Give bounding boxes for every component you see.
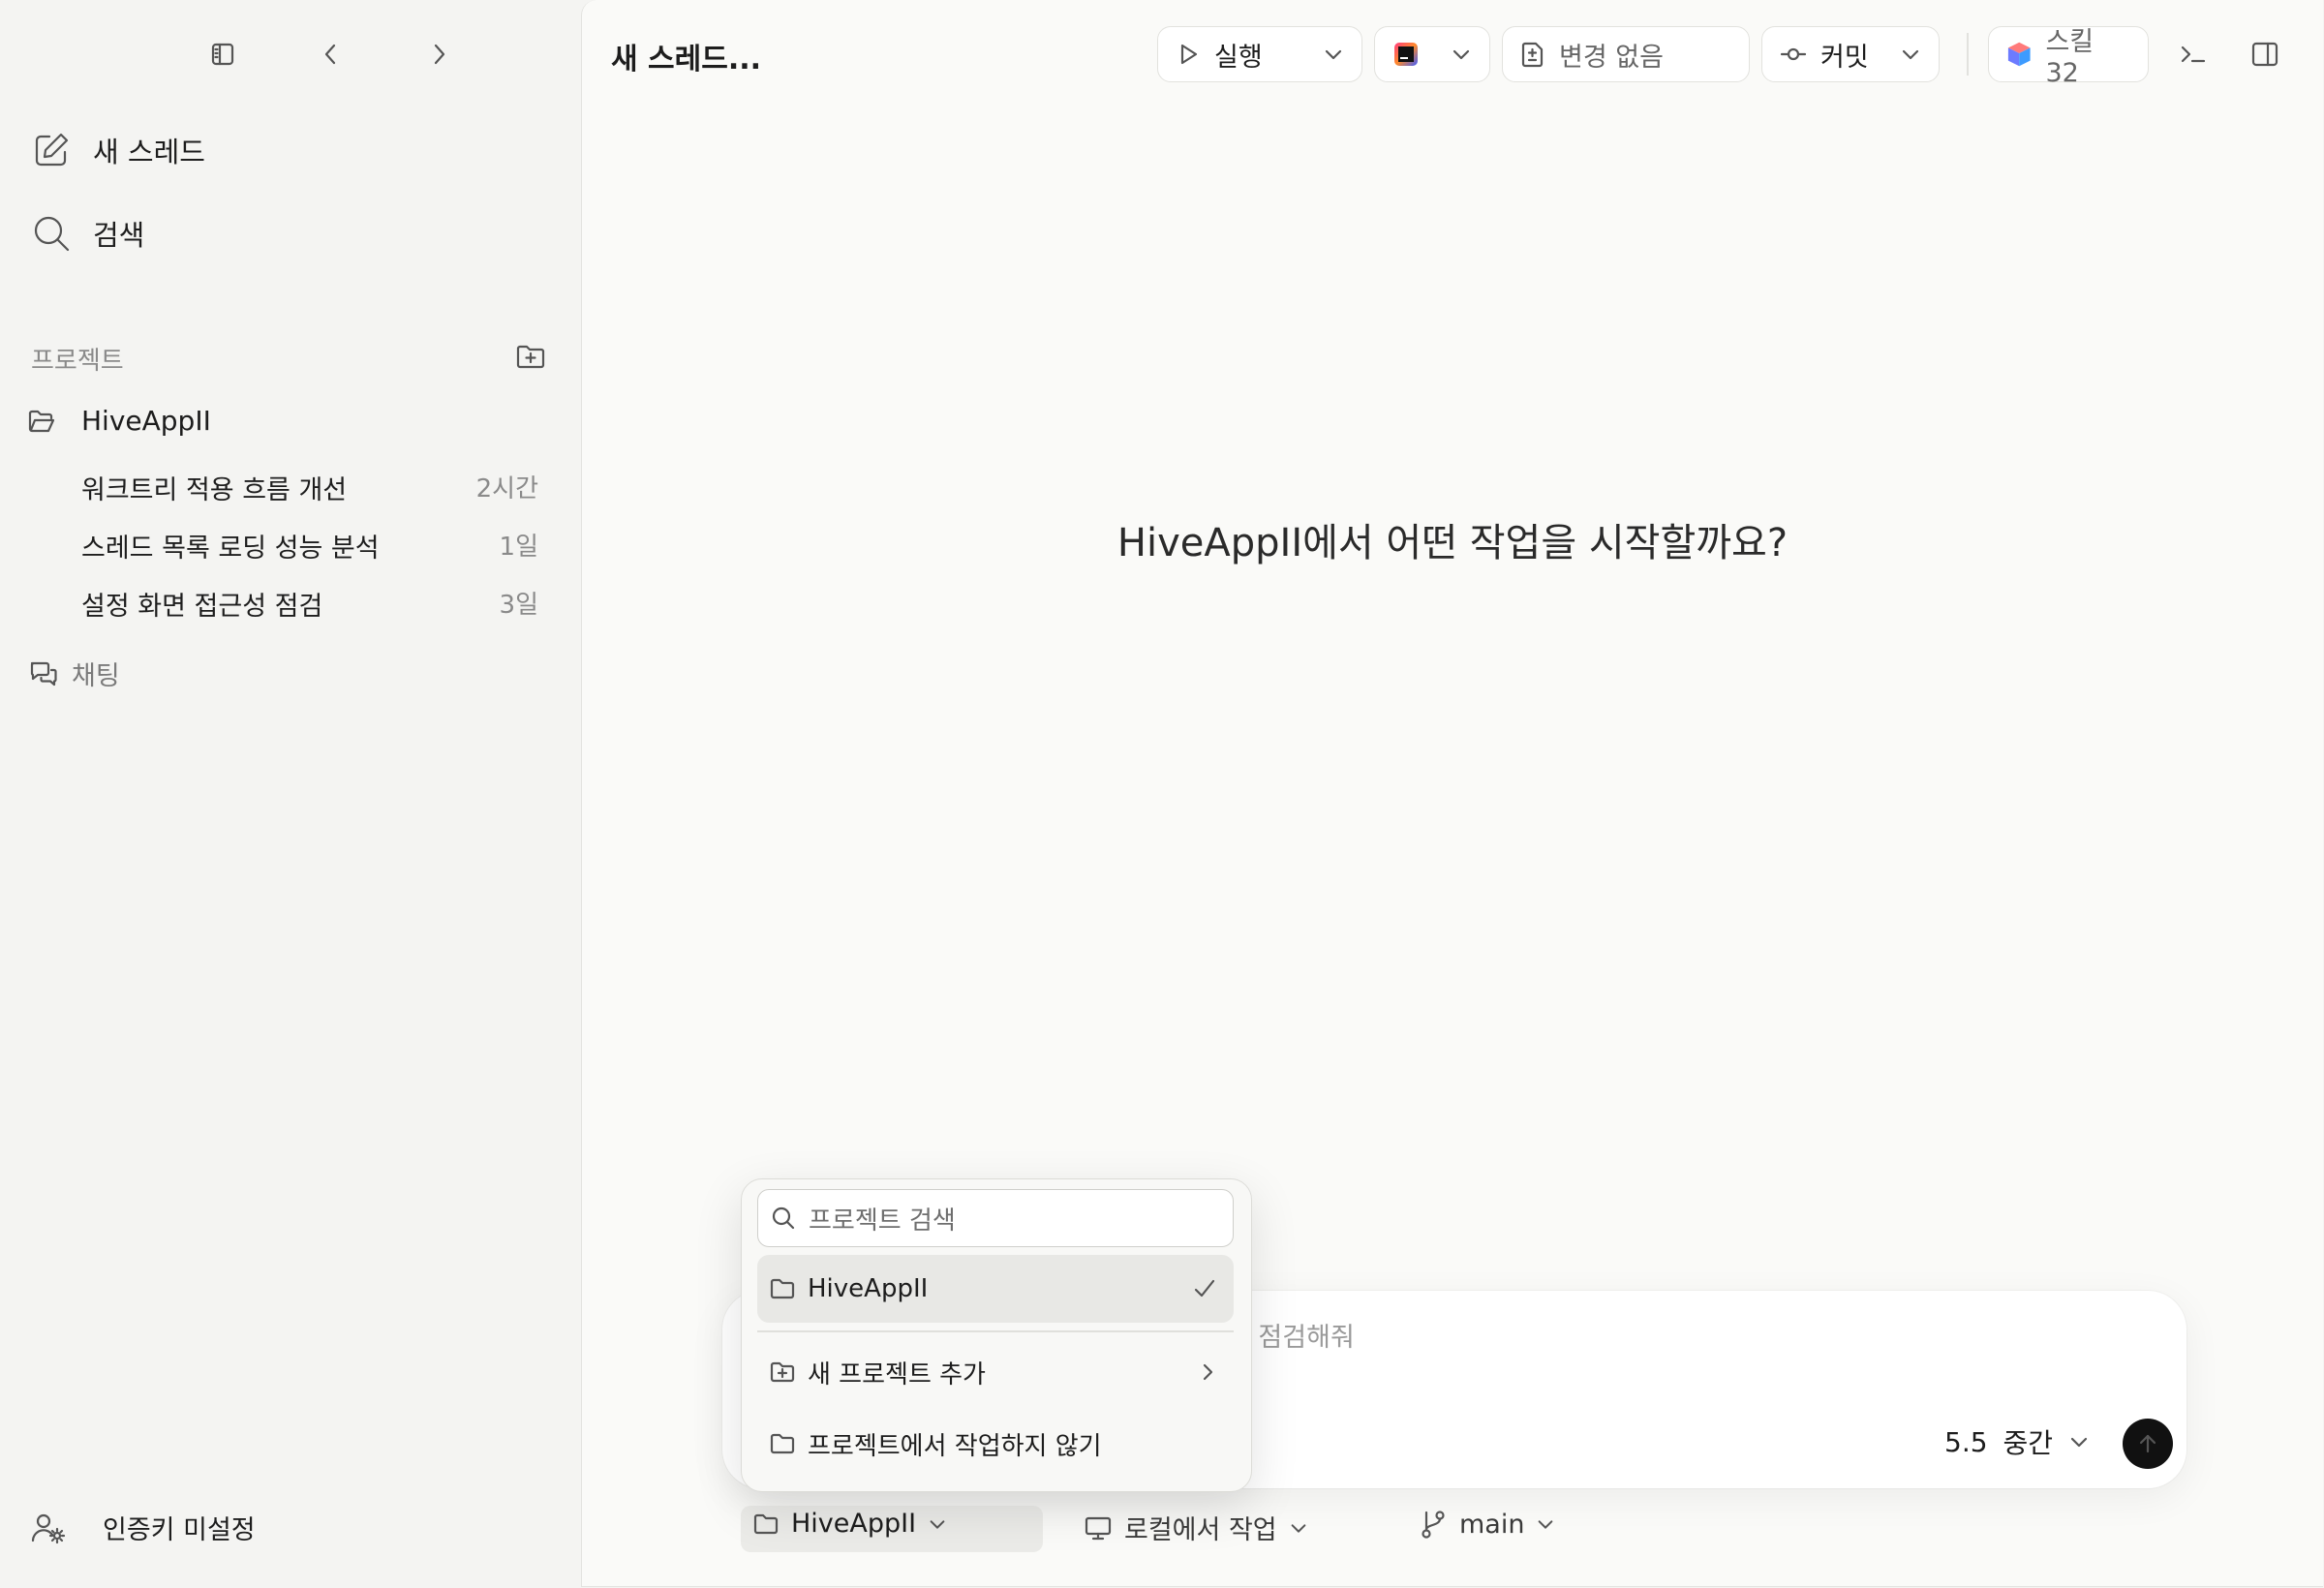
chat-label: 채팅 xyxy=(72,661,120,691)
run-button[interactable]: 실행 xyxy=(1157,26,1362,82)
toolbar-divider xyxy=(1967,33,1969,76)
new-thread-label: 새 스레드 xyxy=(93,136,205,168)
add-project-button[interactable] xyxy=(515,343,546,370)
chevron-down-icon xyxy=(1452,49,1470,60)
thread-item[interactable]: 워크트리 적용 흐름 개선 2시간 xyxy=(81,469,538,506)
folder-plus-icon xyxy=(516,345,545,369)
search-label: 검색 xyxy=(93,219,145,252)
open-in-ide-button[interactable] xyxy=(1374,26,1490,82)
dropdown-item-add-project[interactable]: 새 프로젝트 추가 xyxy=(757,1338,1234,1406)
changes-label: 변경 없음 xyxy=(1559,42,1664,73)
thread-time: 1일 xyxy=(499,533,538,562)
dropdown-divider xyxy=(757,1330,1234,1332)
monitor-icon xyxy=(1085,1516,1112,1540)
folder-icon xyxy=(753,1513,779,1534)
folder-icon xyxy=(770,1278,795,1299)
git-commit-icon xyxy=(1780,47,1807,61)
back-button[interactable] xyxy=(312,35,351,74)
folder-open-icon xyxy=(28,410,55,432)
changes-button[interactable]: 변경 없음 xyxy=(1502,26,1750,82)
forward-button[interactable] xyxy=(419,35,458,74)
skills-button[interactable]: 스킬 32 xyxy=(1988,26,2149,88)
thread-title: 워크트리 적용 흐름 개선 xyxy=(81,475,348,505)
project-name: HiveAppII xyxy=(81,405,211,437)
chevron-down-icon xyxy=(930,1519,945,1529)
skills-label: 스킬 32 xyxy=(2045,27,2095,88)
dropdown-item-label: HiveAppII xyxy=(808,1274,929,1303)
effort-level: 중간 xyxy=(2003,1427,2054,1459)
chat-bubbles-icon xyxy=(30,661,57,686)
search-icon xyxy=(772,1206,795,1230)
chat-button[interactable]: 채팅 xyxy=(29,655,120,692)
ide-app-icon xyxy=(1394,43,1418,66)
commit-button[interactable]: 커밋 xyxy=(1761,26,1940,82)
project-selector[interactable]: HiveAppII xyxy=(752,1509,947,1539)
auth-settings-button[interactable]: 인증키 미설정 xyxy=(31,1509,256,1546)
play-icon xyxy=(1180,44,1198,65)
project-dropdown: 프로젝트 검색 HiveAppII 새 프로젝트 추가 프로젝트에서 작업하지 … xyxy=(741,1178,1252,1492)
git-branch-icon xyxy=(1422,1511,1445,1539)
toggle-right-panel-button[interactable] xyxy=(2249,39,2280,70)
chevron-down-icon xyxy=(1539,1520,1553,1529)
new-thread-button[interactable]: 새 스레드 xyxy=(31,130,205,170)
terminal-button[interactable] xyxy=(2178,39,2209,70)
project-selector-label: HiveAppII xyxy=(791,1509,917,1539)
terminal-icon xyxy=(2181,46,2206,63)
chevron-left-icon xyxy=(324,44,336,65)
thread-time: 3일 xyxy=(499,591,538,620)
work-mode-label: 로컬에서 작업 xyxy=(1124,1515,1277,1545)
dropdown-item-project[interactable]: HiveAppII xyxy=(757,1255,1234,1323)
user-gear-icon xyxy=(31,1513,66,1543)
chevron-down-icon xyxy=(1291,1523,1305,1533)
panel-right-icon xyxy=(2251,42,2278,67)
sidebar: 새 스레드 검색 프로젝트 HiveAppII 워크트리 적용 흐름 개선 2시… xyxy=(0,0,581,1588)
chevron-right-icon xyxy=(1203,1363,1213,1381)
thread-time: 2시간 xyxy=(475,474,538,504)
search-icon xyxy=(34,216,70,252)
dropdown-item-label: 새 프로젝트 추가 xyxy=(808,1359,986,1390)
chevron-down-icon xyxy=(1325,49,1342,60)
thread-title: 스레드 목록 로딩 성능 분석 xyxy=(81,534,380,564)
model-selector[interactable]: 5.5 중간 xyxy=(1944,1422,2090,1461)
model-version: 5.5 xyxy=(1944,1425,1988,1458)
dropdown-item-no-project[interactable]: 프로젝트에서 작업하지 않기 xyxy=(757,1410,1234,1478)
chevron-down-icon xyxy=(1902,49,1919,60)
dropdown-item-label: 프로젝트에서 작업하지 않기 xyxy=(808,1431,1102,1461)
file-diff-icon xyxy=(1521,42,1544,68)
arrow-up-icon xyxy=(2139,1434,2156,1453)
folder-plus-icon xyxy=(770,1361,795,1383)
thread-title-header: 새 스레드... xyxy=(611,43,762,76)
chevron-right-icon xyxy=(434,44,445,65)
projects-section-label: 프로젝트 xyxy=(31,347,124,376)
run-label: 실행 xyxy=(1214,42,1263,73)
sidebar-icon xyxy=(211,43,234,66)
project-search-input[interactable]: 프로젝트 검색 xyxy=(757,1189,1234,1247)
project-search-placeholder: 프로젝트 검색 xyxy=(809,1206,956,1236)
empty-state-headline: HiveAppII에서 어떤 작업을 시작할까요? xyxy=(1116,521,1789,565)
toggle-sidebar-button[interactable] xyxy=(203,35,242,74)
checkmark-icon xyxy=(1194,1279,1215,1298)
branch-selector[interactable]: main xyxy=(1419,1509,1555,1540)
branch-label: main xyxy=(1459,1509,1525,1540)
chevron-down-icon xyxy=(2070,1437,2088,1448)
commit-label: 커밋 xyxy=(1820,42,1869,73)
compose-icon xyxy=(35,133,69,167)
thread-item[interactable]: 설정 화면 접근성 점검 3일 xyxy=(81,585,538,623)
thread-item[interactable]: 스레드 목록 로딩 성능 분석 1일 xyxy=(81,527,538,565)
auth-label: 인증키 미설정 xyxy=(103,1515,256,1545)
project-item[interactable]: HiveAppII xyxy=(27,405,211,437)
search-button[interactable]: 검색 xyxy=(31,213,144,254)
folder-icon xyxy=(770,1433,795,1454)
cube-icon xyxy=(2007,42,2031,67)
send-button[interactable] xyxy=(2123,1419,2173,1469)
work-mode-selector[interactable]: 로컬에서 작업 xyxy=(1084,1509,1308,1546)
thread-title: 설정 화면 접근성 점검 xyxy=(81,592,323,622)
